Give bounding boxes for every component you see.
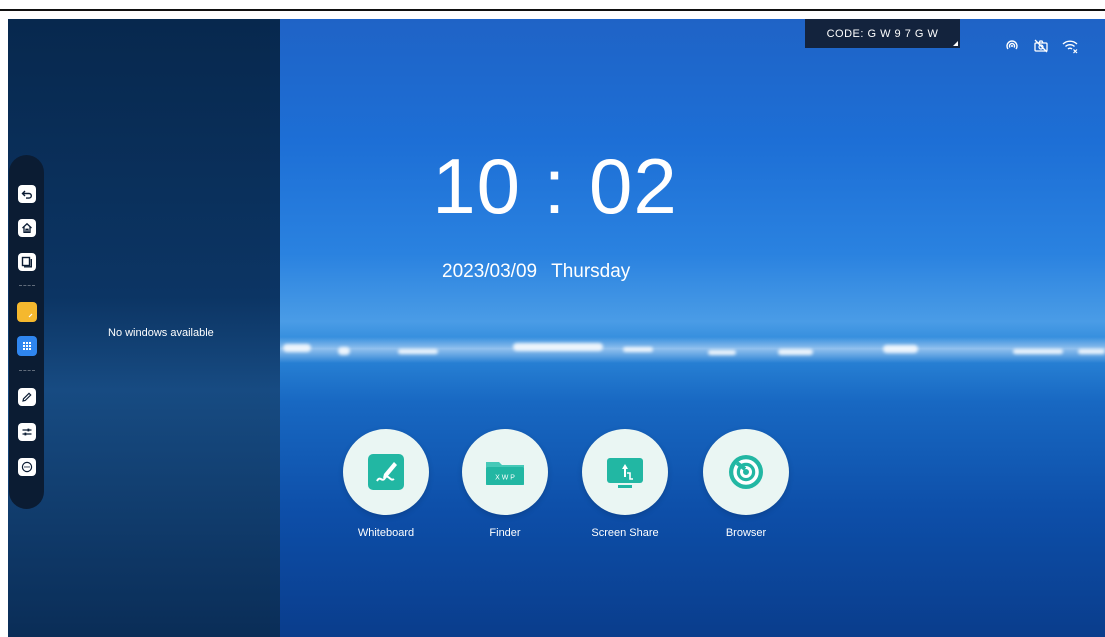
whiteboard-icon [368,454,404,490]
app-screen-share-label: Screen Share [591,527,659,539]
side-dock [9,155,44,509]
weekday-text: Thursday [551,261,631,282]
app-finder[interactable]: X W P Finder [455,429,555,539]
date-text: 2023/03/09 [442,261,538,282]
cloud [778,349,813,355]
wifi-disconnected-icon[interactable] [1061,38,1079,54]
windows-icon [21,256,32,268]
back-icon [21,190,32,199]
connection-code-text: CODE: G W 9 7 G W [826,27,939,40]
cloud [1013,349,1063,354]
hotspot-icon[interactable] [1003,38,1021,54]
dock-divider [19,370,35,371]
app-screen-share[interactable]: Screen Share [575,429,675,539]
cloud [398,349,438,354]
screen-share-icon [607,458,643,488]
cloud [708,350,736,355]
empty-windows-message: No windows available [108,327,214,339]
pen-button[interactable] [18,388,36,406]
more-icon [21,461,33,473]
code-corner-marker [953,41,958,46]
app-screen-share-tile [582,429,668,515]
settings-sliders-icon [22,428,32,436]
home-screen: No windows available CODE: G W 9 7 G W 1… [8,19,1105,637]
home-button[interactable] [18,219,36,237]
cloud [883,345,918,353]
app-browser-tile [703,429,789,515]
more-button[interactable] [18,458,36,476]
cloud [623,347,653,352]
apps-button[interactable] [17,336,37,356]
clock-date: 2023/03/09 Thursday [442,261,630,283]
connection-code[interactable]: CODE: G W 9 7 G W [805,19,960,48]
settings-button[interactable] [18,423,36,441]
dock-divider [19,285,35,286]
pen-icon [22,392,32,402]
home-icon [22,222,32,233]
top-rule [0,9,1105,11]
cloud [338,347,350,355]
status-bar [1003,38,1079,54]
app-whiteboard-tile [343,429,429,515]
sticky-note-button[interactable] [17,302,37,322]
app-whiteboard-label: Whiteboard [357,527,415,539]
camera-off-icon[interactable] [1032,38,1050,54]
app-browser-label: Browser [725,527,767,539]
browser-icon [729,455,763,489]
cloud [1078,349,1105,354]
recent-windows-panel: No windows available [8,19,280,637]
finder-icon: X W P [486,462,524,485]
windows-button[interactable] [18,253,36,271]
clock-time: 10 : 02 [432,142,678,230]
cloud [513,343,603,351]
cloud [283,344,311,352]
app-finder-label: Finder [489,527,521,539]
back-button[interactable] [18,185,36,203]
app-browser[interactable]: Browser [696,429,796,539]
app-finder-tile: X W P [462,429,548,515]
app-whiteboard[interactable]: Whiteboard [336,429,436,539]
sticky-note-icon [28,313,33,318]
apps-grid-icon [23,342,31,350]
finder-icon-text: X W P [495,475,515,482]
